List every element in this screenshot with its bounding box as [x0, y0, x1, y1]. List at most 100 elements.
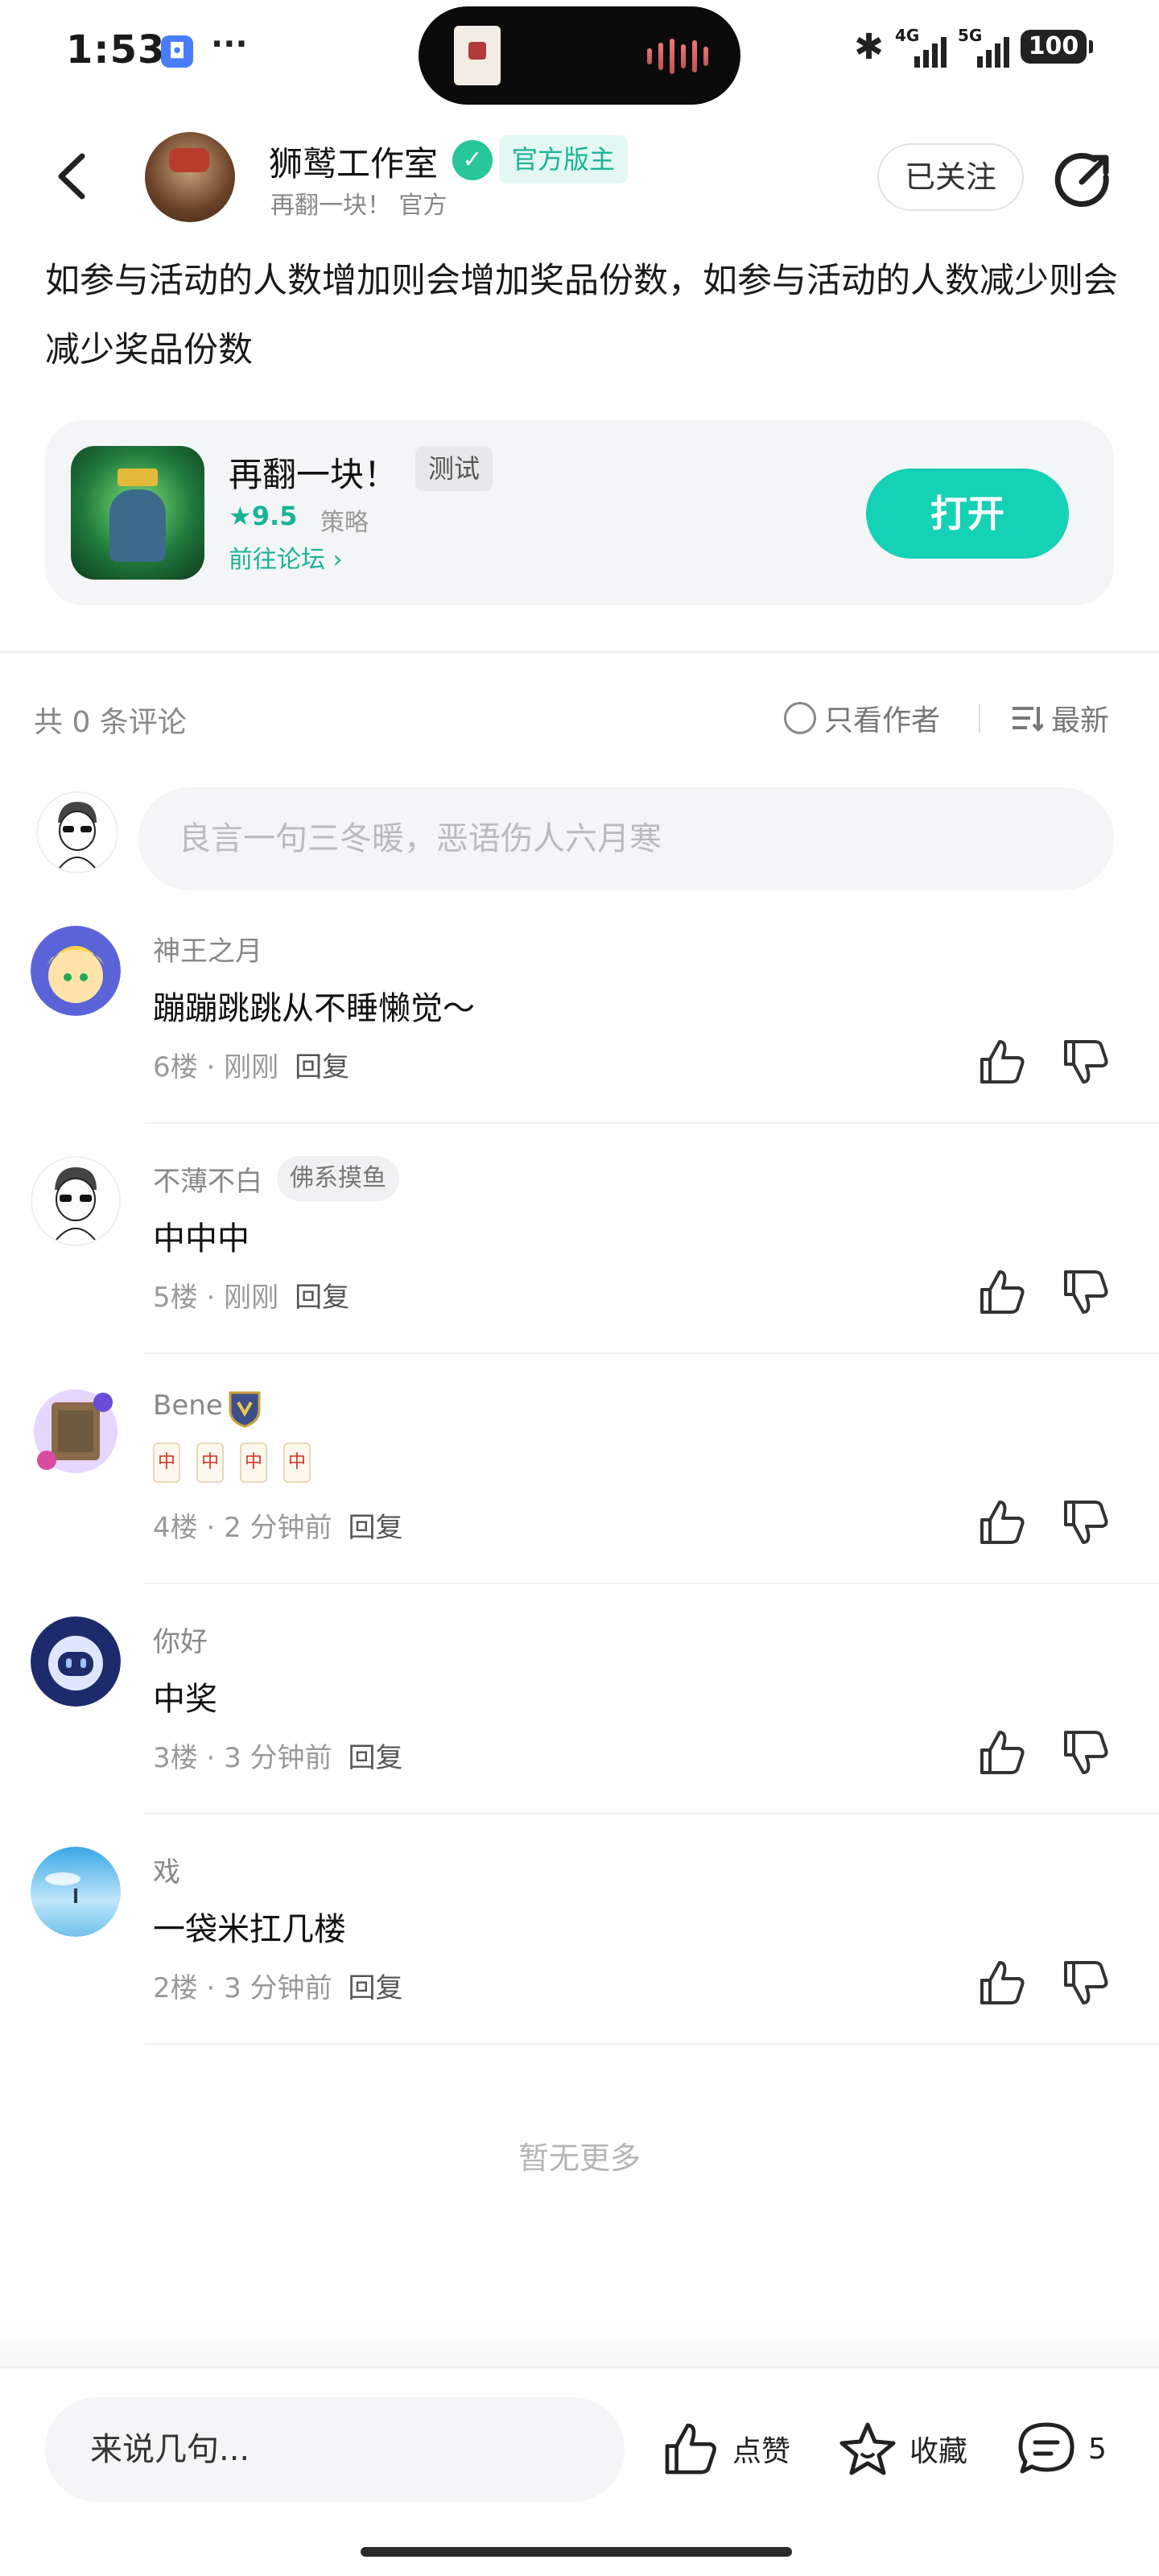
sort-icon — [1013, 707, 1043, 732]
thumbs-up-icon[interactable] — [977, 1267, 1027, 1317]
thumbs-up-icon[interactable] — [977, 1958, 1027, 2008]
bottom-fade — [0, 2318, 1159, 2367]
comment-floor: 4楼 — [153, 1512, 198, 1544]
my-avatar[interactable] — [35, 791, 119, 874]
thumbs-up-icon[interactable] — [977, 1728, 1027, 1777]
comment-meta: 6楼 · 刚刚 回复 — [153, 1051, 350, 1084]
net-label-4g: 4G — [895, 26, 920, 45]
comment-floor: 3楼 — [153, 1742, 198, 1774]
comment-time: 刚刚 — [224, 1282, 279, 1314]
comment-divider — [145, 1122, 1159, 1124]
comment-item[interactable]: 你好 中奖 3楼 · 3 分钟前 回复 — [0, 1616, 1159, 1847]
comment-meta: 3楼 · 3 分钟前 回复 — [153, 1742, 403, 1774]
battery-icon: 100 — [1021, 30, 1093, 64]
mahjong-emoji-icon: 中 — [196, 1443, 224, 1483]
reply-input[interactable]: 来说几句... — [45, 2397, 625, 2502]
author-name[interactable]: 狮鹫工作室 — [269, 137, 438, 186]
forum-link-label: 前往论坛 — [229, 546, 325, 574]
shield-badge-icon — [229, 1391, 261, 1428]
open-game-button[interactable]: 打开 — [866, 469, 1069, 559]
comment-text: 🀄🀄🀄🀄 中中中中 — [153, 1443, 327, 1483]
game-rating-value: 9.5 — [251, 501, 298, 531]
comment-floor: 2楼 — [153, 1972, 198, 2004]
header-separator — [979, 704, 980, 733]
commenter-avatar[interactable] — [31, 1156, 121, 1246]
game-card[interactable]: 再翻一块！ 测试 ★9.5 策略 前往论坛 › 打开 — [45, 420, 1114, 605]
comment-floor: 5楼 — [153, 1282, 198, 1314]
back-icon[interactable] — [48, 148, 97, 204]
commenter-avatar[interactable] — [31, 1616, 121, 1707]
comments-button[interactable]: 5 — [1016, 2420, 1107, 2478]
comment-input[interactable] — [138, 787, 1114, 890]
bluetooth-icon: ✱ — [854, 26, 884, 68]
status-indicators: ✱ 4G 5G 100 — [854, 26, 1093, 68]
comment-meta: 5楼 · 刚刚 回复 — [153, 1282, 350, 1314]
comment-item[interactable]: Bene 🀄🀄🀄🀄 中中中中 4楼 · 2 分钟前回复 — [0, 1386, 1159, 1616]
radio-icon — [784, 702, 816, 734]
star-icon — [839, 2422, 896, 2475]
chevron-right-icon: › — [332, 546, 343, 574]
notification-app-icon: ◘ — [161, 35, 193, 68]
thumbs-up-icon[interactable] — [977, 1497, 1027, 1547]
commenter-avatar[interactable] — [31, 926, 121, 1016]
commenter-name[interactable]: 神王之月 — [153, 929, 262, 968]
post-header: 狮鹫工作室 ✓ 官方版主 再翻一块！ 官方 已关注 — [0, 121, 1159, 233]
author-only-label: 只看作者 — [824, 704, 941, 737]
reply-button[interactable]: 回复 — [349, 1742, 403, 1774]
comment-item[interactable]: 神王之月 蹦蹦跳跳从不睡懒觉～ 6楼 · 刚刚 回复 — [0, 926, 1159, 1156]
thumbs-up-icon — [665, 2423, 716, 2475]
sort-button[interactable]: 最新 — [1011, 697, 1109, 739]
thumbs-up-icon[interactable] — [977, 1037, 1027, 1087]
thumbs-down-icon[interactable] — [1061, 1267, 1111, 1317]
game-icon[interactable] — [71, 446, 204, 580]
comment-divider — [145, 1583, 1159, 1584]
audio-wave-icon — [647, 39, 708, 74]
status-time: 1:53 — [66, 27, 166, 72]
comment-count: 共 0 条评论 — [34, 706, 187, 739]
follow-button[interactable]: 已关注 — [877, 143, 1024, 211]
comment-total: 5 — [1088, 2432, 1107, 2466]
comment-time: 刚刚 — [224, 1051, 279, 1084]
comment-bubble-icon — [1018, 2422, 1074, 2474]
commenter-name[interactable]: Bene — [153, 1389, 223, 1422]
star-icon: ★ — [229, 501, 252, 531]
favorite-button[interactable]: 收藏 — [837, 2420, 967, 2478]
thumbs-down-icon[interactable] — [1061, 1958, 1111, 2008]
dynamic-island[interactable] — [419, 6, 740, 105]
comment-item[interactable]: 不薄不白 佛系摸鱼 中中中 5楼 · 刚刚 回复 — [0, 1156, 1159, 1386]
forum-link[interactable]: 前往论坛 › — [229, 539, 343, 575]
author-avatar[interactable] — [145, 132, 235, 222]
commenter-avatar[interactable] — [31, 1847, 121, 1937]
reply-button[interactable]: 回复 — [295, 1282, 349, 1314]
thumbs-down-icon[interactable] — [1061, 1728, 1111, 1777]
author-subtitle: 再翻一块！ 官方 — [270, 192, 448, 220]
comment-divider — [145, 1352, 1159, 1354]
reply-button[interactable]: 回复 — [349, 1972, 403, 2004]
net-label-5g: 5G — [958, 26, 983, 45]
mahjong-emoji-icon: 中 — [153, 1443, 180, 1483]
commenter-name[interactable]: 你好 — [153, 1620, 208, 1659]
status-bar: 1:53 ◘ ··· ✱ 4G 5G 100 — [0, 0, 1159, 105]
game-name: 再翻一块！ — [229, 455, 398, 494]
comment-meta: 4楼 · 2 分钟前 回复 — [153, 1512, 403, 1544]
comment-time: 3 分钟前 — [224, 1742, 332, 1774]
commenter-name[interactable]: 不薄不白 — [153, 1159, 262, 1199]
share-icon[interactable] — [1051, 148, 1116, 213]
comment-divider — [145, 1813, 1159, 1814]
commenter-avatar[interactable] — [31, 1386, 121, 1476]
commenter-name[interactable]: 戏 — [153, 1850, 180, 1889]
game-rating: ★9.5 — [229, 501, 297, 531]
signal-5g-icon: 5G — [958, 26, 1009, 68]
mahjong-emoji-icon: 中 — [240, 1443, 267, 1483]
comment-text: 中奖 — [153, 1681, 217, 1718]
home-indicator[interactable] — [361, 2547, 792, 2557]
author-only-toggle[interactable]: 只看作者 — [784, 697, 940, 739]
reply-button[interactable]: 回复 — [349, 1512, 403, 1544]
comment-item[interactable]: 戏 一袋米扛几楼 2楼 · 3 分钟前 回复 — [0, 1847, 1159, 2077]
like-post-button[interactable]: 点赞 — [660, 2420, 790, 2478]
moderator-badge: 官方版主 — [499, 135, 629, 184]
thumbs-down-icon[interactable] — [1061, 1037, 1111, 1087]
media-thumbnail — [454, 26, 501, 85]
reply-button[interactable]: 回复 — [295, 1051, 349, 1084]
thumbs-down-icon[interactable] — [1061, 1497, 1111, 1547]
